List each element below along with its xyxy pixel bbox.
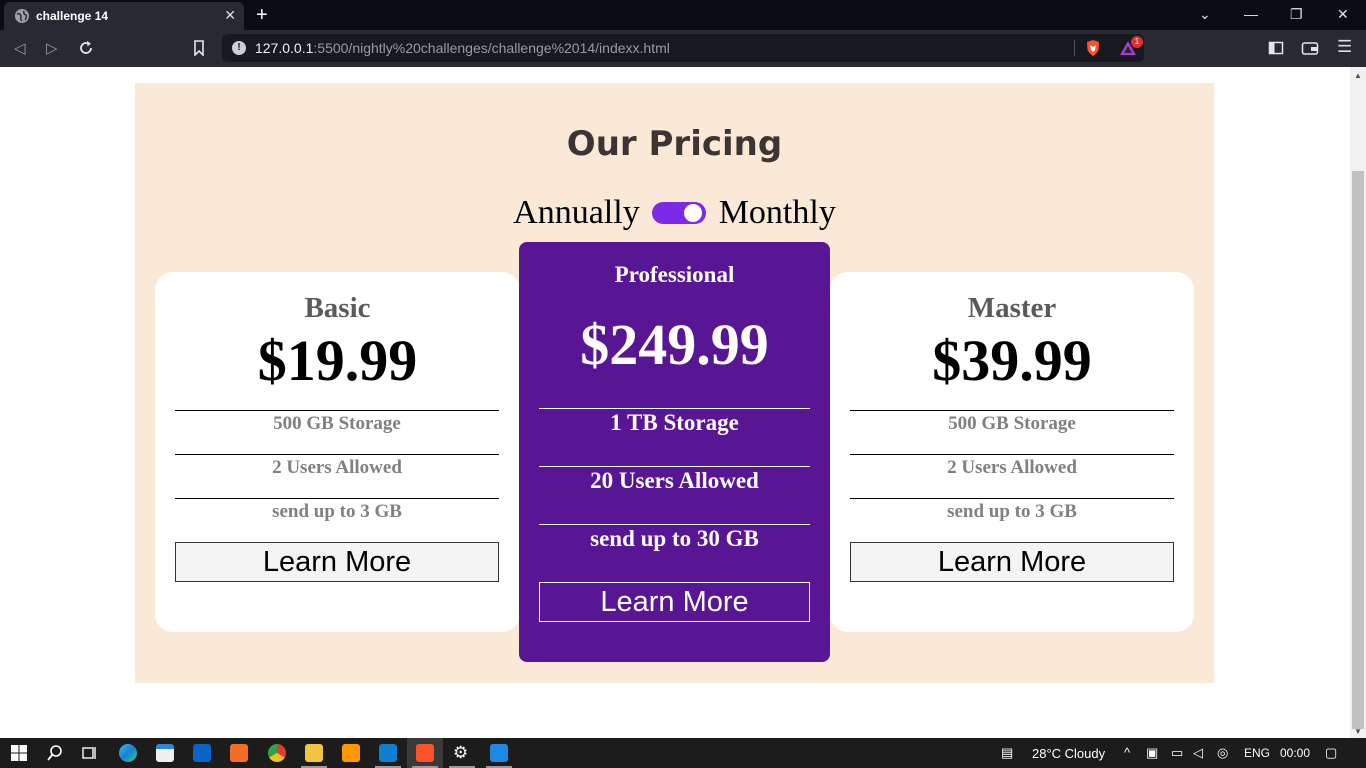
search-icon[interactable] [46, 744, 64, 762]
camera-icon[interactable]: ▣ [1146, 745, 1158, 761]
toggle-knob [684, 204, 703, 223]
mail-icon[interactable] [193, 744, 211, 762]
close-window-icon[interactable]: ✕ [1337, 6, 1349, 23]
feature-item: 2 Users Allowed [175, 454, 499, 498]
chevron-up-icon[interactable]: ^ [1124, 745, 1130, 760]
scroll-up-arrow-icon[interactable]: ▲ [1354, 71, 1362, 80]
billing-toggle-row: Annually Monthly [135, 192, 1214, 232]
url-text: 127.0.0.1:5500/nightly%20challenges/chal… [255, 40, 670, 56]
battery-icon[interactable]: ▭ [1171, 745, 1183, 761]
weather-text[interactable]: 28°C Cloudy [1032, 746, 1105, 761]
address-divider [1074, 40, 1075, 56]
rewards-badge: 1 [1131, 36, 1143, 48]
browser-tabbar: challenge 14 ✕ + ⌄ — ❐ ✕ [0, 0, 1366, 30]
plan-name: Master [967, 292, 1057, 324]
bookmark-icon[interactable] [192, 40, 206, 56]
language-indicator[interactable]: ENG [1244, 746, 1270, 760]
plan-name: Professional [614, 262, 735, 287]
tab-search-icon[interactable]: ⌄ [1199, 6, 1211, 23]
feature-item: 500 GB Storage [175, 410, 499, 454]
scroll-thumb[interactable] [1352, 171, 1364, 729]
browser-tab[interactable]: challenge 14 ✕ [4, 2, 244, 30]
file-explorer-icon[interactable] [305, 744, 323, 762]
brave-taskbar-icon[interactable] [416, 744, 434, 762]
sidebar-icon[interactable] [1268, 40, 1284, 56]
pricing-card-professional: Professional $249.99 1 TB Storage 20 Use… [519, 242, 830, 662]
feature-item: 2 Users Allowed [850, 454, 1174, 498]
toggle-left-label: Annually [513, 194, 640, 232]
site-info-icon[interactable]: ! [232, 41, 246, 55]
restore-icon[interactable]: ❐ [1290, 6, 1303, 23]
xampp-icon[interactable] [230, 744, 248, 762]
edge-icon[interactable] [119, 744, 137, 762]
learn-more-button-basic[interactable]: Learn More [175, 542, 499, 582]
scroll-down-arrow-icon[interactable]: ▼ [1354, 727, 1362, 736]
billing-toggle-switch[interactable] [652, 202, 707, 225]
feature-item: send up to 30 GB [539, 524, 810, 582]
reload-icon[interactable] [78, 40, 94, 56]
store-icon[interactable] [156, 744, 174, 762]
wallet-icon[interactable] [1301, 40, 1319, 56]
windows-start-icon[interactable] [10, 744, 28, 762]
page-scrollbar[interactable]: ▲ ▼ [1350, 67, 1366, 738]
forward-icon[interactable]: ▷ [46, 39, 58, 57]
network-icon[interactable]: ◎ [1217, 745, 1228, 761]
feature-item: send up to 3 GB [175, 498, 499, 542]
photos-icon[interactable] [490, 744, 508, 762]
clock[interactable]: 00:00 [1280, 746, 1310, 760]
toggle-right-label: Monthly [718, 194, 836, 232]
plan-price: $19.99 [257, 328, 418, 393]
browser-navbar: ◁ ▷ ! 127.0.0.1:5500/nightly%20challenge… [0, 30, 1366, 67]
plan-price: $39.99 [932, 328, 1092, 393]
pricing-section: Our Pricing Annually Monthly Basic $19.9… [135, 83, 1214, 683]
sublime-text-icon[interactable] [342, 744, 360, 762]
tab-title: challenge 14 [36, 9, 109, 23]
notifications-icon[interactable]: ▢ [1325, 745, 1337, 761]
vscode-icon[interactable] [379, 744, 397, 762]
page-title: Our Pricing [566, 124, 783, 164]
task-view-icon[interactable] [81, 744, 99, 762]
plan-name: Basic [304, 292, 371, 324]
settings-gear-icon[interactable]: ⚙ [453, 743, 468, 763]
url-path: :5500/nightly%20challenges/challenge%201… [313, 40, 670, 56]
tab-close-icon[interactable]: ✕ [224, 7, 236, 24]
globe-icon [15, 9, 29, 23]
volume-icon[interactable]: ◁ [1193, 745, 1203, 761]
feature-item: 500 GB Storage [850, 410, 1174, 454]
feature-item: 20 Users Allowed [539, 466, 810, 524]
url-host: 127.0.0.1 [255, 40, 314, 56]
minimize-icon[interactable]: — [1244, 6, 1258, 22]
pricing-card-basic: Basic $19.99 500 GB Storage 2 Users Allo… [155, 272, 520, 632]
learn-more-button-master[interactable]: Learn More [850, 542, 1174, 582]
feature-item: send up to 3 GB [850, 498, 1174, 542]
address-bar[interactable]: ! 127.0.0.1:5500/nightly%20challenges/ch… [222, 34, 1144, 62]
news-icon[interactable]: ▤ [1001, 745, 1013, 761]
plan-price: $249.99 [580, 312, 769, 377]
brave-shields-icon[interactable] [1084, 39, 1102, 57]
chrome-icon[interactable] [268, 744, 286, 762]
pricing-card-master: Master $39.99 500 GB Storage 2 Users All… [830, 272, 1194, 632]
feature-item: 1 TB Storage [539, 408, 810, 466]
new-tab-button[interactable]: + [256, 4, 268, 27]
learn-more-button-professional[interactable]: Learn More [539, 582, 810, 622]
menu-icon[interactable]: ☰ [1337, 37, 1352, 57]
back-icon[interactable]: ◁ [14, 39, 26, 57]
windows-taskbar: ⚙ ▤ 28°C Cloudy ^ ▣ ▭ ◁ ◎ ENG 00:00 ▢ [0, 738, 1366, 768]
